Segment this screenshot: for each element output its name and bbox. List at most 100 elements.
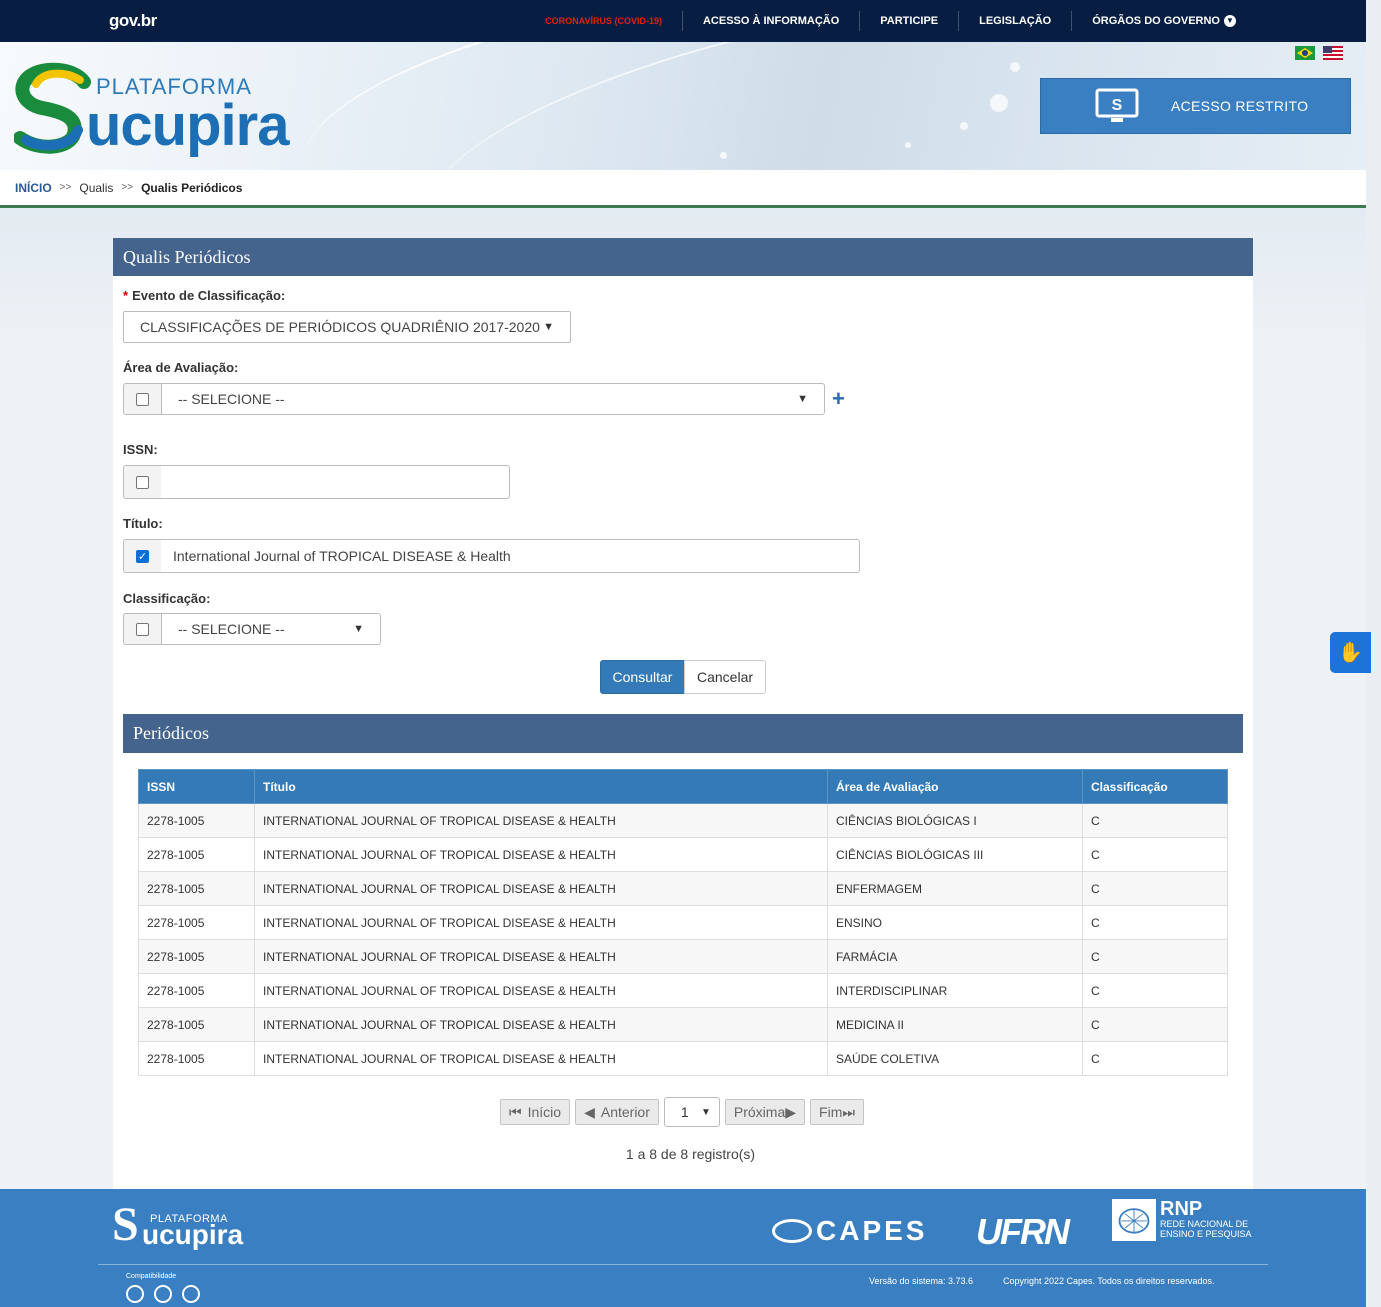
pager-anterior-label: Anterior <box>600 1104 650 1120</box>
table-row[interactable]: 2278-1005 INTERNATIONAL JOURNAL OF TROPIC… <box>138 871 1228 906</box>
chevron-down-icon: ▼ <box>797 393 808 405</box>
rnp-line1: REDE NACIONAL DE <box>1160 1219 1249 1229</box>
gov-nav: CORONAVÍRUS (COVID-19) ACESSO À INFORMAÇ… <box>525 0 1256 42</box>
govbr-logo-suffix: .br <box>136 11 157 30</box>
cell-classificacao: C <box>1082 837 1228 872</box>
classificacao-label: Classificação: <box>123 591 211 606</box>
issn-input[interactable] <box>161 465 510 499</box>
table-row[interactable]: 2278-1005 INTERNATIONAL JOURNAL OF TROPIC… <box>138 905 1228 940</box>
chevron-down-icon: ▼ <box>543 321 554 333</box>
sucupira-logo[interactable]: PLATAFORMA ucupira <box>14 60 294 160</box>
cell-titulo: INTERNATIONAL JOURNAL OF TROPICAL DISEAS… <box>254 837 828 872</box>
usa-flag-icon[interactable] <box>1323 46 1343 60</box>
add-area-plus-icon[interactable]: + <box>832 386 845 412</box>
govbr-logo[interactable]: gov.br <box>109 11 157 31</box>
pager-inicio-button[interactable]: ⏮ Início <box>500 1099 571 1125</box>
consultar-button[interactable]: Consultar <box>600 660 685 694</box>
cell-issn: 2278-1005 <box>138 837 255 872</box>
cell-titulo: INTERNATIONAL JOURNAL OF TROPICAL DISEAS… <box>254 905 828 940</box>
brazil-flag-icon[interactable] <box>1295 46 1315 60</box>
table-header-row: ISSN Título Área de Avaliação Classifica… <box>138 769 1228 804</box>
pagination: ⏮ Início ◀ Anterior 1 ▼ Próxima ▶ Fim ⏭ <box>500 1097 864 1127</box>
cell-classificacao: C <box>1082 939 1228 974</box>
monitor-icon: S <box>1095 88 1139 122</box>
next-page-icon: ▶ <box>785 1103 797 1120</box>
cell-issn: 2278-1005 <box>138 1007 255 1042</box>
last-page-icon: ⏭ <box>842 1103 855 1120</box>
column-classificacao[interactable]: Classificação <box>1082 769 1228 804</box>
table-row[interactable]: 2278-1005 INTERNATIONAL JOURNAL OF TROPIC… <box>138 1041 1228 1076</box>
titulo-checkbox[interactable]: ✓ <box>136 549 149 563</box>
nav-acesso-informacao[interactable]: ACESSO À INFORMAÇÃO <box>681 11 859 31</box>
rnp-logo[interactable]: RNP REDE NACIONAL DE ENSINO E PESQUISA <box>1112 1199 1252 1241</box>
bubble-decoration <box>1010 62 1020 72</box>
copyright: Copyright 2022 Capes. Todos os direitos … <box>1003 1276 1215 1286</box>
breadcrumb-separator: >> <box>121 182 134 193</box>
pager-anterior-button[interactable]: ◀ Anterior <box>575 1099 659 1125</box>
pager-page-select[interactable]: 1 ▼ <box>663 1097 720 1127</box>
acesso-restrito-button[interactable]: S ACESSO RESTRITO <box>1040 78 1351 134</box>
table-row[interactable]: 2278-1005 INTERNATIONAL JOURNAL OF TROPIC… <box>138 973 1228 1008</box>
footer-logo-sucupira: ucupira <box>142 1219 244 1250</box>
firefox-icon <box>154 1285 172 1303</box>
rnp-text: RNP REDE NACIONAL DE ENSINO E PESQUISA <box>1160 1199 1252 1241</box>
cell-titulo: INTERNATIONAL JOURNAL OF TROPICAL DISEAS… <box>254 973 828 1008</box>
ufrn-logo[interactable]: UFRN <box>976 1211 1070 1253</box>
chrome-icon <box>126 1285 144 1303</box>
pager-proxima-button[interactable]: Próxima ▶ <box>724 1099 806 1125</box>
column-area[interactable]: Área de Avaliação <box>827 769 1083 804</box>
panel-title: Qualis Periódicos <box>113 238 1253 276</box>
nav-orgaos-governo[interactable]: ÓRGÃOS DO GOVERNO ▼ <box>1071 11 1256 31</box>
table-row[interactable]: 2278-1005 INTERNATIONAL JOURNAL OF TROPIC… <box>138 837 1228 872</box>
footer-logo-s: S <box>112 1198 139 1251</box>
cell-area: CIÊNCIAS BIOLÓGICAS III <box>827 837 1083 872</box>
issn-label: ISSN: <box>123 442 158 457</box>
cell-issn: 2278-1005 <box>138 973 255 1008</box>
cell-area: SAÚDE COLETIVA <box>827 1041 1083 1076</box>
column-titulo[interactable]: Título <box>254 769 828 804</box>
breadcrumb-home[interactable]: INÍCIO <box>15 181 52 195</box>
cell-classificacao: C <box>1082 1007 1228 1042</box>
evento-select-value: CLASSIFICAÇÕES DE PERIÓDICOS QUADRIÊNIO … <box>140 319 540 335</box>
breadcrumb: INÍCIO >> Qualis >> Qualis Periódicos <box>0 170 1366 208</box>
issn-checkbox[interactable] <box>136 475 149 489</box>
versao-sistema: Versão do sistema: 3.73.6 <box>869 1276 974 1286</box>
cell-titulo: INTERNATIONAL JOURNAL OF TROPICAL DISEAS… <box>254 939 828 974</box>
cell-area: FARMÁCIA <box>827 939 1083 974</box>
titulo-input[interactable]: International Journal of TROPICAL DISEAS… <box>161 539 860 573</box>
table-row[interactable]: 2278-1005 INTERNATIONAL JOURNAL OF TROPIC… <box>138 1007 1228 1042</box>
area-checkbox[interactable] <box>136 392 149 406</box>
nav-orgaos-label: ÓRGÃOS DO GOVERNO <box>1092 15 1220 27</box>
cell-issn: 2278-1005 <box>138 905 255 940</box>
footer-sucupira-logo[interactable]: S PLATAFORMA ucupira <box>112 1197 252 1251</box>
classificacao-checkbox[interactable] <box>136 622 149 636</box>
govbr-logo-text: gov <box>109 11 137 30</box>
breadcrumb-current: Qualis Periódicos <box>141 180 243 195</box>
site-footer: S PLATAFORMA ucupira CAPES UFRN RNP REDE… <box>0 1189 1366 1307</box>
area-select[interactable]: -- SELECIONE -- ▼ <box>161 383 825 415</box>
table-row[interactable]: 2278-1005 INTERNATIONAL JOURNAL OF TROPIC… <box>138 803 1228 838</box>
cell-titulo: INTERNATIONAL JOURNAL OF TROPICAL DISEAS… <box>254 803 828 838</box>
evento-select[interactable]: CLASSIFICAÇÕES DE PERIÓDICOS QUADRIÊNIO … <box>123 311 571 343</box>
bubble-decoration <box>960 122 968 130</box>
cell-area: ENFERMAGEM <box>827 871 1083 906</box>
periodicos-title: Periódicos <box>123 714 1243 753</box>
nav-legislacao[interactable]: LEGISLAÇÃO <box>958 11 1071 31</box>
cancelar-button[interactable]: Cancelar <box>684 660 766 694</box>
bubble-decoration <box>990 94 1008 112</box>
pager-fim-button[interactable]: Fim ⏭ <box>810 1099 864 1125</box>
cell-titulo: INTERNATIONAL JOURNAL OF TROPICAL DISEAS… <box>254 1007 828 1042</box>
column-issn[interactable]: ISSN <box>138 769 255 804</box>
capes-logo[interactable]: CAPES <box>772 1215 927 1247</box>
classificacao-select-value: -- SELECIONE -- <box>178 621 285 637</box>
libras-accessibility-icon[interactable]: ✋ <box>1330 632 1371 673</box>
table-row[interactable]: 2278-1005 INTERNATIONAL JOURNAL OF TROPIC… <box>138 939 1228 974</box>
breadcrumb-qualis[interactable]: Qualis <box>79 181 113 195</box>
classificacao-select[interactable]: -- SELECIONE -- ▼ <box>161 613 381 645</box>
cell-classificacao: C <box>1082 803 1228 838</box>
cell-classificacao: C <box>1082 905 1228 940</box>
breadcrumb-separator: >> <box>59 182 72 193</box>
nav-covid[interactable]: CORONAVÍRUS (COVID-19) <box>525 11 682 31</box>
nav-participe[interactable]: PARTICIPE <box>859 11 958 31</box>
footer-divider <box>98 1264 1268 1265</box>
